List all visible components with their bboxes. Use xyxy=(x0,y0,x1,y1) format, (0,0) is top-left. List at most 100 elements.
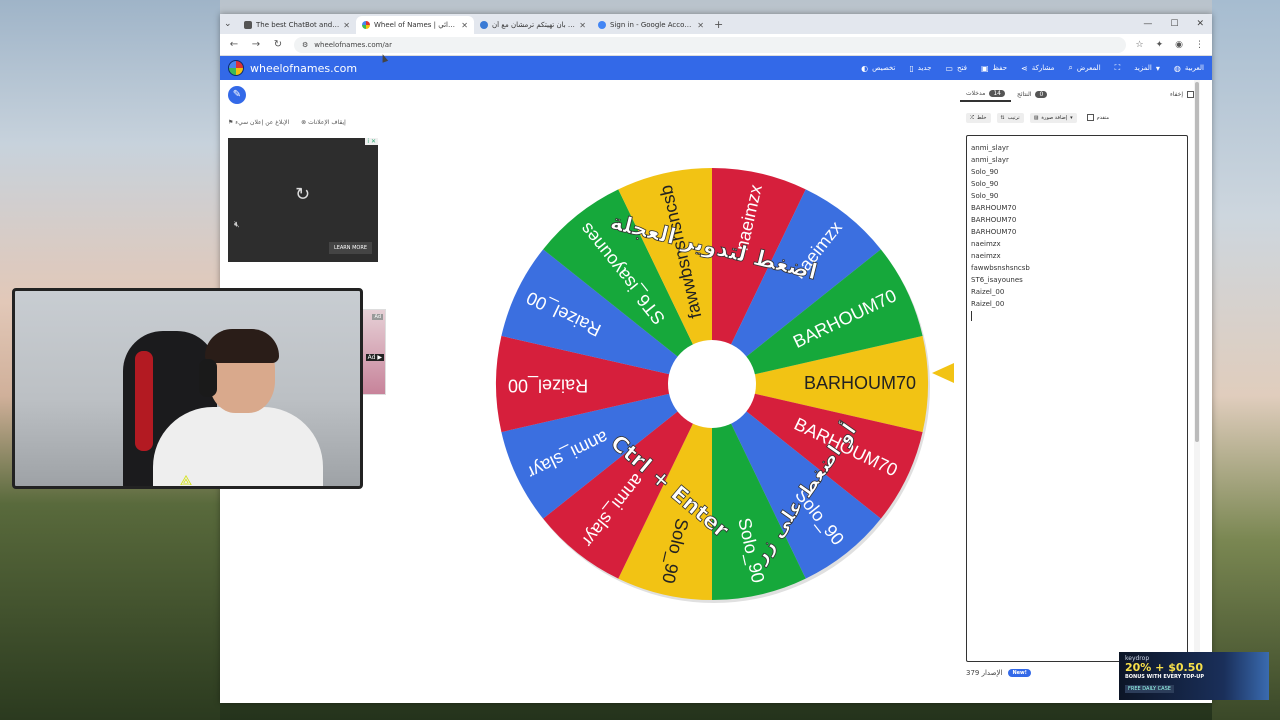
tab-results[interactable]: النتائج 0 xyxy=(1011,86,1053,102)
side-ad[interactable]: Ad Ad ▶ xyxy=(360,309,386,395)
menu-open[interactable]: ▭ فتح xyxy=(945,64,967,73)
keydrop-promo-banner: keydrop 20% + $0.50 BONUS WITH EVERY TOP… xyxy=(1119,652,1269,700)
entry-line[interactable]: fawwbsnshsncsb xyxy=(971,262,1183,274)
ad-info-icon[interactable]: i ✕ xyxy=(365,138,378,145)
tab-wheel-of-names[interactable]: Wheel of Names | عجلة الاسم العشوائي ✕ xyxy=(356,16,474,34)
entry-line[interactable]: Raizel_00 xyxy=(971,298,1183,310)
shuffle-icon: ⤮ xyxy=(970,114,975,121)
site-logo-icon[interactable] xyxy=(228,60,244,76)
menu-gallery[interactable]: ⌕ المعرض xyxy=(1068,63,1100,73)
wheel-segment-label: Raizel_00 xyxy=(508,374,588,395)
url-input[interactable]: ⚙ wheelofnames.com/ar xyxy=(294,36,1126,53)
entry-line[interactable]: Solo_90 xyxy=(971,166,1183,178)
address-bar-actions: ☆ ✦ ◉ ⋮ xyxy=(1136,40,1204,50)
text-caret xyxy=(971,311,972,321)
search-icon: ⌕ xyxy=(1068,63,1073,72)
minimize-icon[interactable]: — xyxy=(1143,19,1152,29)
advanced-label: متقدم xyxy=(1096,114,1110,121)
menu-share[interactable]: ⋖ مشاركة xyxy=(1021,64,1054,73)
edit-pencil-icon[interactable]: ✎ xyxy=(228,86,246,104)
entry-line[interactable]: naeimzx xyxy=(971,250,1183,262)
menu-label: مشاركة xyxy=(1031,64,1055,72)
caret-down-icon: ▾ xyxy=(1155,63,1160,73)
site-name[interactable]: wheelofnames.com xyxy=(250,62,357,75)
site-info-icon[interactable]: ⚙ xyxy=(302,41,308,49)
new-badge[interactable]: New! xyxy=(1008,669,1031,677)
bookmark-star-icon[interactable]: ☆ xyxy=(1136,40,1144,50)
tab-entries[interactable]: مدخلات 14 xyxy=(960,86,1011,102)
close-tab-icon[interactable]: ✕ xyxy=(343,21,350,30)
report-ad-link[interactable]: ⚑ الإبلاغ عن إعلان سيء xyxy=(228,119,289,126)
headset-icon xyxy=(199,359,217,397)
menu-customize[interactable]: ◐ تخصيص xyxy=(861,64,895,73)
entry-line[interactable]: Solo_90 xyxy=(971,190,1183,202)
menu-more[interactable]: المزيد ▾ xyxy=(1134,64,1160,73)
wheel-segment-label: BARHOUM70 xyxy=(804,373,916,393)
forward-icon[interactable]: → xyxy=(250,39,262,50)
extensions-icon[interactable]: ✦ xyxy=(1156,40,1164,50)
learn-more-button[interactable]: LEARN MORE xyxy=(328,242,372,254)
hide-checkbox[interactable] xyxy=(1187,90,1194,98)
entry-line[interactable]: anmi_slayr xyxy=(971,154,1183,166)
wheel-svg[interactable]: BARHOUM70BARHOUM70Solo_90Solo_90Solo_90a… xyxy=(490,162,934,606)
close-window-icon[interactable]: ✕ xyxy=(1196,19,1204,29)
advanced-toggle[interactable]: متقدم xyxy=(1083,112,1113,123)
tab-arabic-page[interactable]: مقياس بان تهيتكم ترمشان مع أن ✕ xyxy=(474,16,592,34)
window-controls: — ☐ ✕ xyxy=(1143,19,1212,29)
close-tab-icon[interactable]: ✕ xyxy=(697,21,704,30)
menu-fullscreen[interactable]: ⛶ xyxy=(1115,63,1121,73)
replay-icon[interactable]: ↻ xyxy=(295,184,310,205)
ad-play-icon[interactable]: Ad ▶ xyxy=(365,354,384,361)
tab-search-icon[interactable]: ⌄ xyxy=(224,19,238,29)
tab-title: Sign in - Google Accounts xyxy=(610,21,694,29)
entry-line[interactable]: ST6_isayounes xyxy=(971,274,1183,286)
sort-button[interactable]: ⇅ ترتيب xyxy=(996,112,1024,123)
entry-line[interactable]: BARHOUM70 xyxy=(971,226,1183,238)
entries-textarea[interactable]: anmi_slayr anmi_slayr Solo_90 Solo_90 Solo_9… xyxy=(966,135,1188,662)
stop-ads-link[interactable]: ⊗ إيقاف الإعلانات xyxy=(301,119,346,126)
menu-language[interactable]: ◍ العربية xyxy=(1174,64,1204,73)
tab-entries-label: مدخلات xyxy=(966,89,986,97)
wheel[interactable]: BARHOUM70 BARHOUM70 Solo_90 Solo_90 Solo_90 a… xyxy=(490,162,934,606)
tab-title: مقياس بان تهيتكم ترمشان مع أن xyxy=(492,21,575,29)
panel-tabs: مدخلات 14 النتائج 0 إخفاء xyxy=(960,86,1200,102)
scrollbar-thumb[interactable] xyxy=(1195,82,1199,442)
webcam-overlay: ⟁ xyxy=(12,288,363,489)
wheel-favicon-icon xyxy=(362,21,370,29)
save-icon: ▣ xyxy=(980,63,989,73)
entry-line[interactable]: BARHOUM70 xyxy=(971,214,1183,226)
page-scrollbar[interactable] xyxy=(1194,80,1200,683)
version-row: الإصدار 379 New! xyxy=(966,669,1031,677)
shuffle-button[interactable]: ⤮ خلط xyxy=(966,112,991,123)
advanced-checkbox[interactable] xyxy=(1086,114,1094,121)
video-ad[interactable]: i ✕ ↻ 🔇︎ LEARN MORE xyxy=(228,138,378,262)
profile-icon[interactable]: ◉ xyxy=(1175,40,1183,50)
entry-tools: ⤮ خلط ⇅ ترتيب ▨ إضافة صورة ▾ متقدم xyxy=(966,112,1113,123)
menu-label: المزيد xyxy=(1134,64,1152,72)
entry-line[interactable]: Raizel_00 xyxy=(971,286,1183,298)
new-tab-icon[interactable]: + xyxy=(714,18,723,31)
stop-ads-label: إيقاف الإعلانات xyxy=(308,119,346,126)
add-image-button[interactable]: ▨ إضافة صورة ▾ xyxy=(1029,112,1077,123)
maximize-icon[interactable]: ☐ xyxy=(1170,19,1178,29)
kebab-menu-icon[interactable]: ⋮ xyxy=(1195,40,1204,50)
menu-label: العربية xyxy=(1184,64,1204,72)
back-icon[interactable]: ← xyxy=(228,39,240,50)
close-tab-icon[interactable]: ✕ xyxy=(461,21,468,30)
entry-line[interactable]: anmi_slayr xyxy=(971,142,1183,154)
menu-new[interactable]: ▯ جديد xyxy=(909,64,931,73)
entry-line[interactable]: BARHOUM70 xyxy=(971,202,1183,214)
url-text: wheelofnames.com/ar xyxy=(314,40,392,49)
entry-line[interactable]: Solo_90 xyxy=(971,178,1183,190)
entry-line[interactable]: naeimzx xyxy=(971,238,1183,250)
tab-google-signin[interactable]: Sign in - Google Accounts ✕ xyxy=(592,16,710,34)
wheel-hub[interactable] xyxy=(668,340,756,428)
menu-save[interactable]: ▣ حفظ xyxy=(981,64,1007,73)
mute-icon[interactable]: 🔇︎ xyxy=(234,220,240,230)
reload-icon[interactable]: ↻ xyxy=(272,39,284,50)
close-tab-icon[interactable]: ✕ xyxy=(579,21,586,30)
palette-icon: ◐ xyxy=(861,63,869,73)
tab-chatbot[interactable]: The best ChatBot and Widgets ✕ xyxy=(238,16,356,34)
menu-label: المعرض xyxy=(1076,64,1101,72)
webcam-frame-border xyxy=(15,487,363,489)
